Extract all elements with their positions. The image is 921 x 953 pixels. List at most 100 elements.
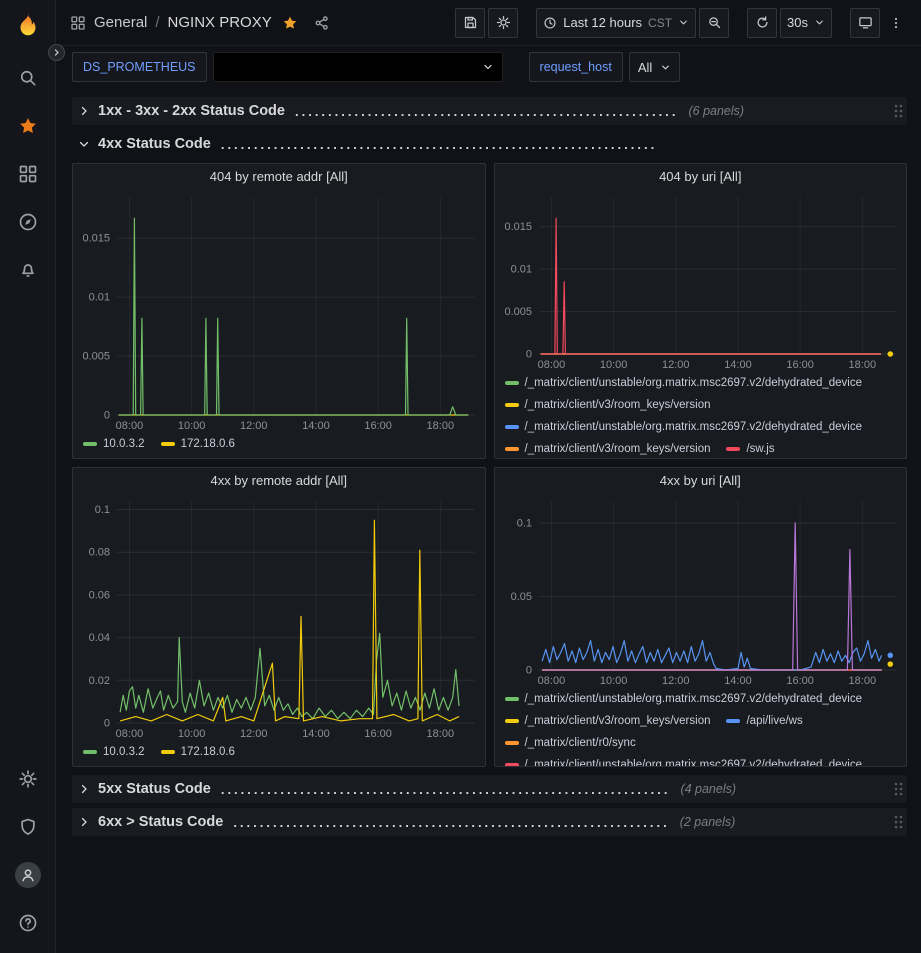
legend-label: /api/live/ws <box>746 715 802 727</box>
svg-text:0: 0 <box>525 349 531 361</box>
panel-title[interactable]: 404 by remote addr [All] <box>73 164 485 190</box>
row-drag-handle[interactable] <box>893 781 903 797</box>
svg-text:0: 0 <box>104 718 110 730</box>
panel-4xx-by-uri: 4xx by uri [All] 08:0010:0012:0014:0016:… <box>494 467 908 767</box>
search-button[interactable] <box>10 60 46 96</box>
panel-404-by-uri: 404 by uri [All] 08:0010:0012:0014:0016:… <box>494 163 908 459</box>
row-dots: ........................................… <box>233 815 669 830</box>
legend-label: 172.18.0.6 <box>181 746 235 758</box>
ds-prometheus-label[interactable]: DS_PROMETHEUS <box>72 52 207 82</box>
legend-swatch <box>505 403 519 407</box>
request-host-select[interactable]: All <box>629 52 680 82</box>
chevron-right-icon <box>78 783 90 795</box>
request-host-value: All <box>638 60 652 75</box>
chart-plot[interactable]: 08:0010:0012:0014:0016:0018:0000.0050.01… <box>495 190 907 372</box>
legend-swatch <box>505 763 519 767</box>
share-icon[interactable] <box>314 15 330 31</box>
save-dashboard-button[interactable] <box>455 8 485 38</box>
legend-item[interactable]: /_matrix/client/unstable/org.matrix.msc2… <box>505 372 863 393</box>
cycle-view-button[interactable] <box>850 8 880 38</box>
alerting-button[interactable] <box>10 252 46 288</box>
row-dots: ........................................… <box>295 104 679 119</box>
chart-plot[interactable]: 08:0010:0012:0014:0016:0018:0000.050.1 <box>495 494 907 688</box>
svg-text:0.005: 0.005 <box>82 351 110 363</box>
svg-text:16:00: 16:00 <box>786 675 814 687</box>
legend-item[interactable]: /sw.js <box>726 438 774 458</box>
time-series-chart: 08:0010:0012:0014:0016:0018:0000.0050.01… <box>73 190 485 433</box>
row-header-1xx-3xx-2xx[interactable]: 1xx - 3xx - 2xx Status Code ............… <box>72 97 907 125</box>
legend-swatch <box>161 442 175 446</box>
chevron-down-icon <box>678 17 689 28</box>
row-dots: ........................................… <box>221 137 657 152</box>
legend-item[interactable]: /_matrix/client/unstable/org.matrix.msc2… <box>505 688 863 709</box>
refresh-interval-dropdown[interactable]: 30s <box>780 8 832 38</box>
zoom-out-button[interactable] <box>699 8 729 38</box>
legend-item[interactable]: /_matrix/client/unstable/org.matrix.msc2… <box>505 416 863 437</box>
legend-swatch <box>83 750 97 754</box>
chevron-down-icon <box>814 17 825 28</box>
server-admin-button[interactable] <box>10 809 46 845</box>
row-panel-count: (6 panels) <box>688 104 744 118</box>
legend-item[interactable]: /_matrix/client/v3/room_keys/version <box>505 438 711 458</box>
legend-swatch <box>726 719 740 723</box>
legend-item[interactable]: /api/live/ws <box>726 710 802 731</box>
profile-button[interactable] <box>10 857 46 893</box>
legend-item[interactable]: 10.0.3.2 <box>83 433 145 454</box>
legend-label: /_matrix/client/v3/room_keys/version <box>525 399 711 411</box>
svg-text:12:00: 12:00 <box>662 359 690 371</box>
row-header-6xx[interactable]: 6xx > Status Code ......................… <box>72 808 907 836</box>
svg-text:0: 0 <box>104 410 110 422</box>
shield-icon <box>18 817 38 837</box>
chevron-right-icon <box>78 105 90 117</box>
sidebar <box>0 0 56 953</box>
chevron-down-icon <box>78 138 90 150</box>
help-button[interactable] <box>10 905 46 941</box>
legend-swatch <box>726 447 740 451</box>
time-range-picker[interactable]: Last 12 hours CST <box>536 8 696 38</box>
legend-item[interactable]: 10.0.3.2 <box>83 741 145 762</box>
breadcrumb-section[interactable]: General <box>94 14 147 31</box>
row-drag-handle[interactable] <box>893 814 903 830</box>
panel-title[interactable]: 404 by uri [All] <box>495 164 907 190</box>
kebab-icon <box>889 16 903 30</box>
grafana-logo[interactable] <box>13 10 43 40</box>
legend-label: 172.18.0.6 <box>181 438 235 450</box>
expand-sidebar-button[interactable] <box>48 44 65 61</box>
more-options-button[interactable] <box>883 8 909 38</box>
dashboards-button[interactable] <box>10 156 46 192</box>
dashboard-settings-button[interactable] <box>488 8 518 38</box>
panel-title[interactable]: 4xx by remote addr [All] <box>73 468 485 494</box>
legend-item[interactable]: 172.18.0.6 <box>161 741 235 762</box>
request-host-label[interactable]: request_host <box>529 52 623 82</box>
legend-label: /_matrix/client/unstable/org.matrix.msc2… <box>525 693 863 705</box>
starred-button[interactable] <box>10 108 46 144</box>
chart-plot[interactable]: 08:0010:0012:0014:0016:0018:0000.020.040… <box>73 494 485 741</box>
legend-item[interactable]: /_matrix/client/v3/room_keys/version <box>505 710 711 731</box>
refresh-button[interactable] <box>747 8 777 38</box>
apps-grid-icon <box>18 164 38 184</box>
ds-prometheus-select[interactable] <box>213 52 503 82</box>
panel-title[interactable]: 4xx by uri [All] <box>495 468 907 494</box>
row-panel-count: (4 panels) <box>680 782 736 796</box>
legend-swatch <box>505 425 519 429</box>
legend-swatch <box>161 750 175 754</box>
legend-item[interactable]: /_matrix/client/v3/room_keys/version <box>505 394 711 415</box>
legend-item[interactable]: /_matrix/client/r0/sync <box>505 732 636 753</box>
bell-icon <box>18 260 38 280</box>
legend-item[interactable]: /_matrix/client/unstable/org.matrix.msc2… <box>505 754 863 766</box>
legend-label: /_matrix/client/v3/room_keys/version <box>525 715 711 727</box>
chart-plot[interactable]: 08:0010:0012:0014:0016:0018:0000.0050.01… <box>73 190 485 433</box>
explore-button[interactable] <box>10 204 46 240</box>
row-header-4xx[interactable]: 4xx Status Code ........................… <box>72 130 907 158</box>
svg-text:14:00: 14:00 <box>302 728 330 740</box>
row-title: 5xx Status Code <box>98 781 211 797</box>
row-title: 6xx > Status Code <box>98 814 223 830</box>
favorite-star-icon[interactable] <box>282 15 298 31</box>
row-header-5xx[interactable]: 5xx Status Code ........................… <box>72 775 907 803</box>
row-drag-handle[interactable] <box>893 103 903 119</box>
legend: 10.0.3.2 172.18.0.6 <box>73 433 485 458</box>
legend-item[interactable]: 172.18.0.6 <box>161 433 235 454</box>
svg-text:08:00: 08:00 <box>116 728 144 740</box>
svg-text:0.05: 0.05 <box>510 591 531 603</box>
configuration-button[interactable] <box>10 761 46 797</box>
